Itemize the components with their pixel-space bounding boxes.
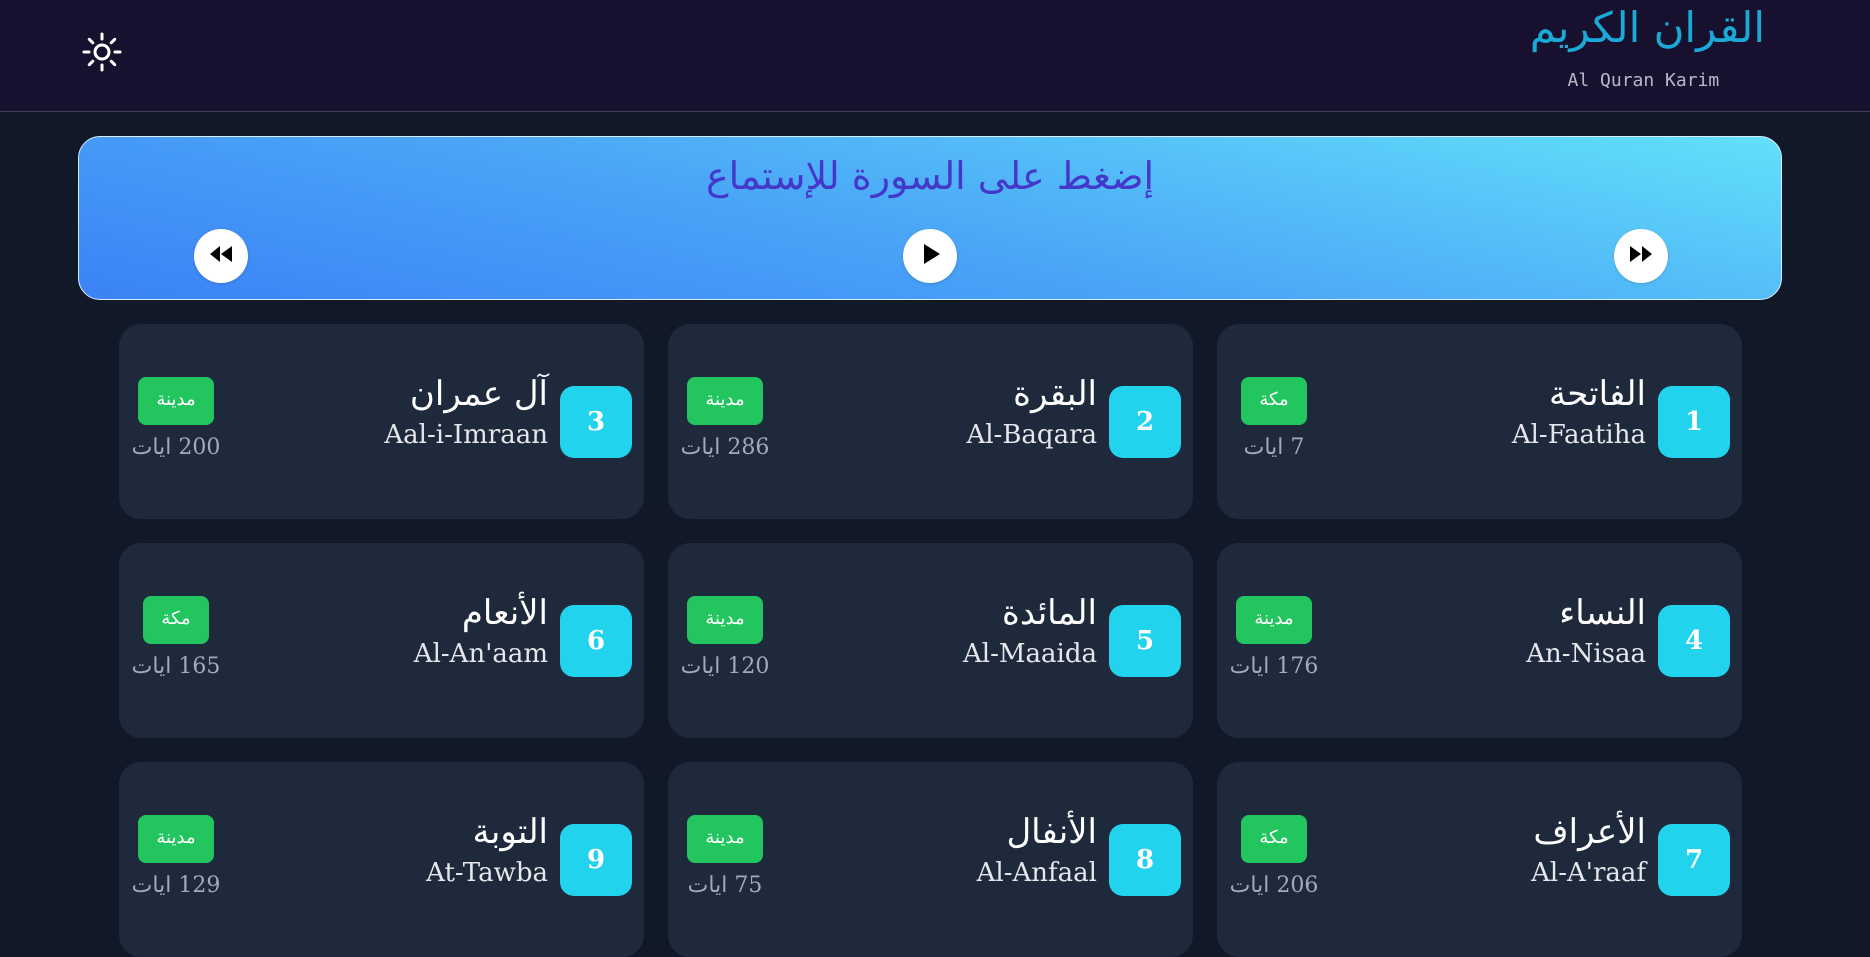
- ayat-count: 200 ايات: [131, 435, 221, 460]
- ayat-count: 176 ايات: [1229, 654, 1319, 679]
- surah-arabic-name: الأنفال: [1006, 812, 1097, 852]
- surah-number: 5: [1109, 605, 1181, 677]
- surah-meta: مدينة 129 ايات: [131, 815, 221, 898]
- surah-english-name: An-Nisaa: [1526, 639, 1646, 669]
- surah-number: 6: [560, 605, 632, 677]
- surah-arabic-name: المائدة: [1002, 593, 1097, 633]
- surah-meta: مكة 165 ايات: [131, 596, 221, 679]
- surah-card[interactable]: 4 النساء An-Nisaa مدينة 176 ايات: [1217, 543, 1742, 738]
- revelation-badge: مدينة: [687, 596, 763, 644]
- surah-card[interactable]: 3 آل عمران Aal-i-Imraan مدينة 200 ايات: [119, 324, 644, 519]
- revelation-badge: مكة: [1241, 815, 1307, 863]
- ayat-count: 286 ايات: [680, 435, 770, 460]
- fast-forward-button[interactable]: [1614, 229, 1668, 283]
- ayat-count: 7 ايات: [1243, 435, 1305, 460]
- surah-arabic-name: البقرة: [1013, 374, 1097, 414]
- fast-forward-icon: [1628, 241, 1654, 271]
- play-button[interactable]: [903, 229, 957, 283]
- revelation-badge: مدينة: [687, 815, 763, 863]
- revelation-badge: مدينة: [1236, 596, 1312, 644]
- surah-english-name: Al-Faatiha: [1511, 420, 1646, 450]
- surah-number: 9: [560, 824, 632, 896]
- surah-names: آل عمران Aal-i-Imraan: [384, 374, 548, 452]
- surah-arabic-name: آل عمران: [409, 374, 548, 414]
- surah-number: 4: [1658, 605, 1730, 677]
- brand: القران الكريم Al Quran Karim: [1530, 0, 1765, 91]
- surah-arabic-name: التوبة: [472, 812, 548, 852]
- ayat-count: 129 ايات: [131, 873, 221, 898]
- revelation-badge: مكة: [143, 596, 209, 644]
- surah-card[interactable]: 6 الأنعام Al-An'aam مكة 165 ايات: [119, 543, 644, 738]
- surah-meta: مكة 7 ايات: [1229, 377, 1319, 460]
- app-header: القران الكريم Al Quran Karim: [0, 0, 1870, 112]
- surah-meta: مدينة 75 ايات: [680, 815, 770, 898]
- revelation-badge: مكة: [1241, 377, 1307, 425]
- surah-english-name: Al-A'raaf: [1531, 858, 1646, 888]
- surah-names: المائدة Al-Maaida: [963, 593, 1097, 671]
- surah-arabic-name: الأنعام: [461, 593, 548, 633]
- surah-names: الأنعام Al-An'aam: [414, 593, 548, 671]
- surah-english-name: Al-Maaida: [963, 639, 1097, 669]
- surah-names: البقرة Al-Baqara: [966, 374, 1097, 452]
- surah-number: 3: [560, 386, 632, 458]
- ayat-count: 206 ايات: [1229, 873, 1319, 898]
- play-icon: [917, 241, 943, 271]
- surah-english-name: Al-Baqara: [966, 420, 1097, 450]
- surah-card[interactable]: 5 المائدة Al-Maaida مدينة 120 ايات: [668, 543, 1193, 738]
- surah-english-name: Al-Anfaal: [976, 858, 1097, 888]
- rewind-icon: [208, 241, 234, 271]
- surah-meta: مدينة 286 ايات: [680, 377, 770, 460]
- surah-names: التوبة At-Tawba: [426, 812, 548, 890]
- surah-card[interactable]: 9 التوبة At-Tawba مدينة 129 ايات: [119, 762, 644, 957]
- surah-names: الفاتحة Al-Faatiha: [1512, 374, 1646, 452]
- surah-english-name: Al-An'aam: [413, 639, 548, 669]
- surah-card[interactable]: 7 الأعراف Al-A'raaf مكة 206 ايات: [1217, 762, 1742, 957]
- surah-meta: مدينة 176 ايات: [1229, 596, 1319, 679]
- surah-number: 2: [1109, 386, 1181, 458]
- theme-toggle-button[interactable]: [78, 30, 126, 78]
- surah-arabic-name: النساء: [1559, 593, 1646, 633]
- revelation-badge: مدينة: [138, 377, 214, 425]
- surah-number: 8: [1109, 824, 1181, 896]
- surah-arabic-name: الفاتحة: [1548, 374, 1646, 414]
- surah-english-name: At-Tawba: [426, 858, 548, 888]
- revelation-badge: مدينة: [687, 377, 763, 425]
- surah-english-name: Aal-i-Imraan: [384, 420, 548, 450]
- surah-meta: مكة 206 ايات: [1229, 815, 1319, 898]
- surah-arabic-name: الأعراف: [1533, 812, 1646, 852]
- surah-grid: 1 الفاتحة Al-Faatiha مكة 7 ايات 2 البقرة…: [118, 324, 1742, 957]
- surah-names: الأعراف Al-A'raaf: [1531, 812, 1646, 890]
- surah-card[interactable]: 8 الأنفال Al-Anfaal مدينة 75 ايات: [668, 762, 1193, 957]
- audio-player: إضغط على السورة للإستماع: [78, 136, 1782, 300]
- player-prompt: إضغط على السورة للإستماع: [705, 154, 1155, 198]
- surah-names: النساء An-Nisaa: [1526, 593, 1646, 671]
- surah-card[interactable]: 1 الفاتحة Al-Faatiha مكة 7 ايات: [1217, 324, 1742, 519]
- ayat-count: 165 ايات: [131, 654, 221, 679]
- sun-icon: [82, 32, 122, 76]
- revelation-badge: مدينة: [138, 815, 214, 863]
- ayat-count: 120 ايات: [680, 654, 770, 679]
- surah-meta: مدينة 120 ايات: [680, 596, 770, 679]
- surah-names: الأنفال Al-Anfaal: [977, 812, 1097, 890]
- surah-number: 7: [1658, 824, 1730, 896]
- surah-number: 1: [1658, 386, 1730, 458]
- ayat-count: 75 ايات: [687, 873, 763, 898]
- app-title: القران الكريم: [1529, 3, 1765, 52]
- surah-meta: مدينة 200 ايات: [131, 377, 221, 460]
- app-subtitle: Al Quran Karim: [1567, 70, 1720, 91]
- rewind-button[interactable]: [194, 229, 248, 283]
- surah-card[interactable]: 2 البقرة Al-Baqara مدينة 286 ايات: [668, 324, 1193, 519]
